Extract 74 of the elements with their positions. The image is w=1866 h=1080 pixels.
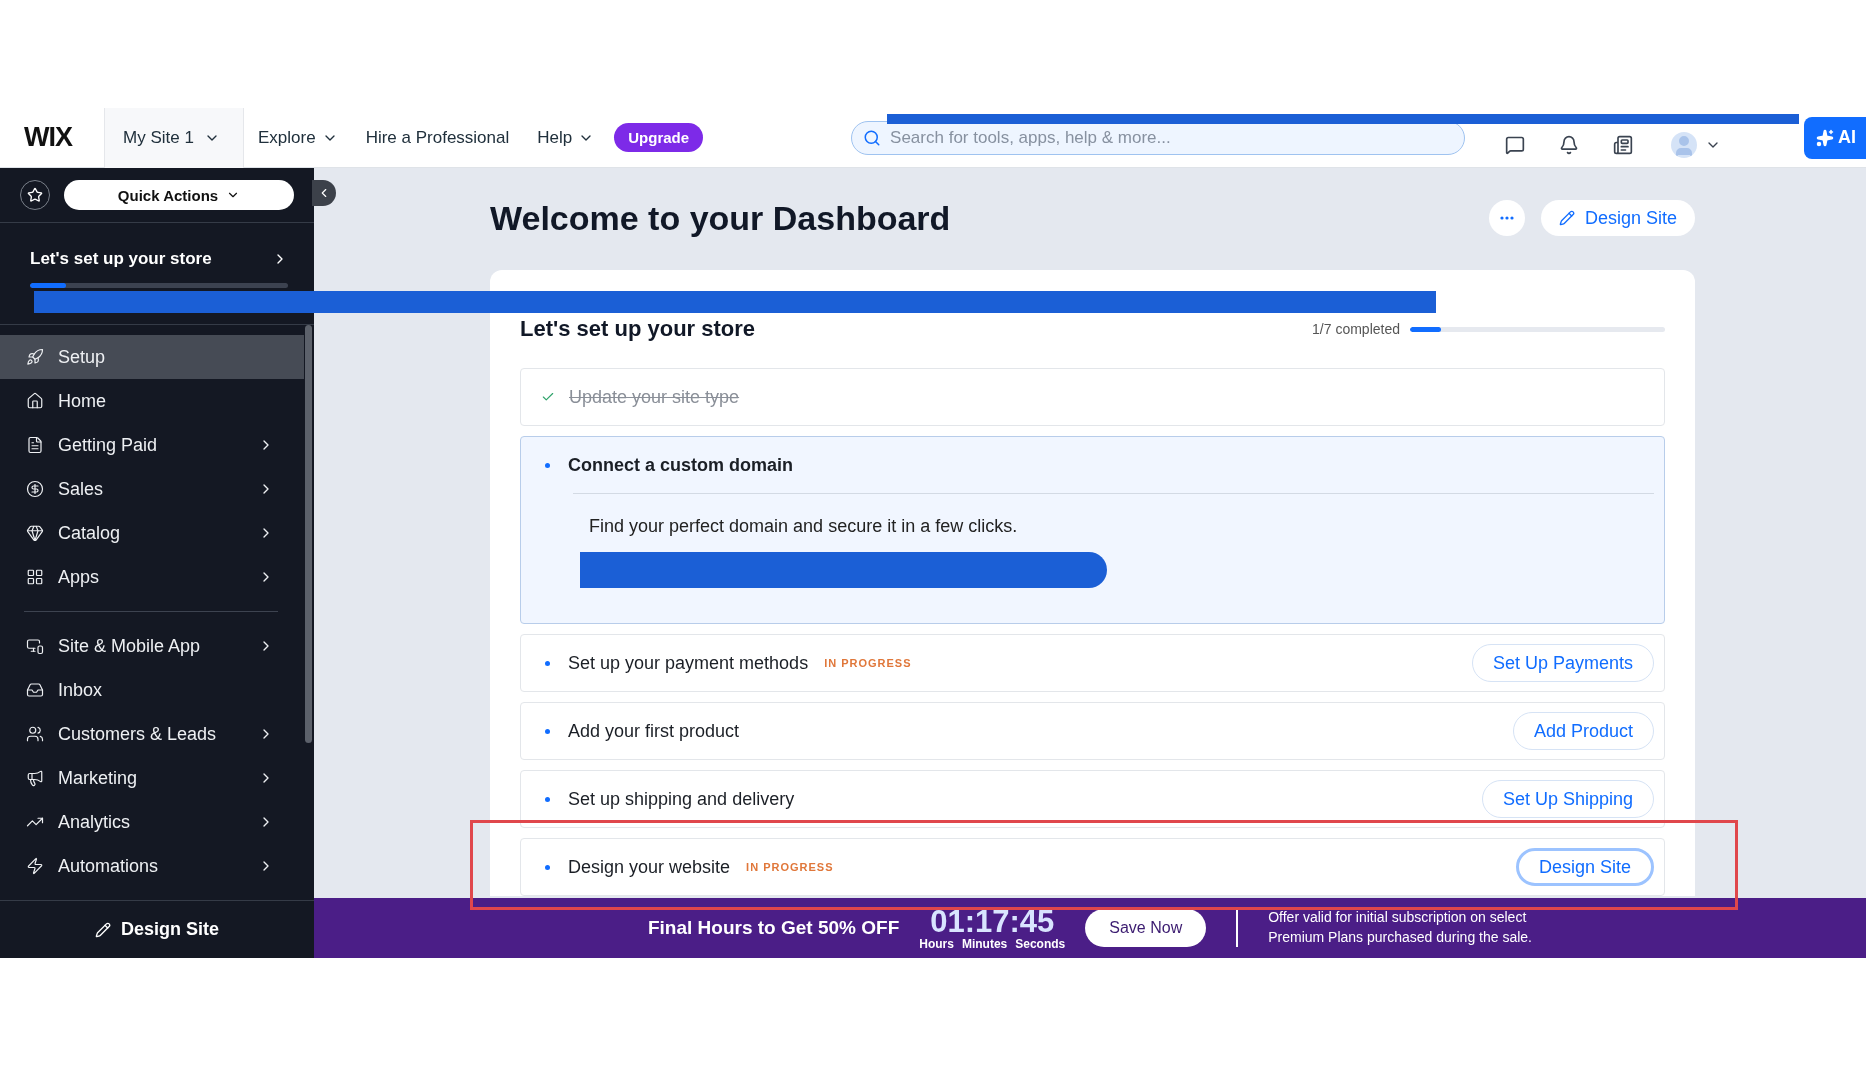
devices-icon — [26, 637, 44, 655]
dollar-icon — [26, 480, 44, 498]
sidebar-item[interactable]: Inbox — [0, 668, 304, 712]
sidebar-item[interactable]: Sales — [0, 467, 304, 511]
upgrade-button[interactable]: Upgrade — [614, 123, 704, 152]
grid-icon — [26, 568, 44, 586]
task-title: Set up shipping and delivery — [568, 788, 795, 810]
task-button[interactable]: Set Up Payments — [1471, 644, 1654, 682]
sidebar-item[interactable]: Marketing — [0, 756, 304, 800]
gem-icon — [26, 524, 44, 542]
logo[interactable]: WIX — [0, 122, 104, 153]
chat-icon[interactable] — [1505, 134, 1526, 155]
task-title: Add your first product — [568, 720, 740, 742]
people-icon — [26, 725, 44, 743]
status-label: IN PROGRESS — [746, 861, 834, 873]
sidebar-item[interactable]: Automations — [0, 844, 304, 888]
task-card[interactable]: Add your first product Add Product — [520, 702, 1665, 760]
progress-text: 1/7 completed — [1312, 321, 1400, 337]
nav-menu[interactable]: Help — [523, 127, 609, 148]
sidebar-item[interactable]: Apps — [0, 555, 304, 599]
task-card[interactable]: Set up your payment methods IN PROGRESS Set Up Payments — [520, 634, 1665, 692]
search-icon — [863, 128, 882, 147]
ai-button[interactable]: AI — [1804, 116, 1866, 159]
countdown-timer: 01:17:45 — [930, 905, 1055, 937]
lightning-icon — [26, 857, 44, 875]
timer-unit: Seconds — [1015, 936, 1066, 951]
design-site-button[interactable]: Design Site — [89, 918, 225, 941]
task-button[interactable]: Add Product — [1512, 712, 1654, 750]
inbox-icon — [26, 681, 44, 699]
quick-actions-button[interactable]: Quick Actions — [64, 180, 294, 210]
setup-link[interactable]: Let's set up your store — [30, 249, 288, 269]
task-card[interactable]: Design your website IN PROGRESS Design Site — [520, 838, 1665, 896]
sidebar-item[interactable]: Catalog — [0, 511, 304, 555]
star-icon — [27, 187, 43, 203]
collapse-button[interactable] — [312, 180, 336, 206]
design-site-button[interactable]: Design Site — [1540, 200, 1695, 236]
task-title: Design your website — [568, 856, 731, 878]
offer-note: Offer valid for initial subscription on select Premium Plans purchased during the sale. — [1268, 908, 1532, 947]
pencil-icon — [95, 921, 111, 938]
task-card[interactable]: Connect a custom domain Find your perfect domain and secure it in a few clicks. — [520, 436, 1665, 624]
house-icon — [26, 392, 44, 410]
more-icon — [1499, 216, 1514, 220]
card-title: Let's set up your store — [520, 316, 756, 342]
task-card[interactable]: Set up shipping and delivery Set Up Shipping — [520, 770, 1665, 828]
avatar-icon — [1671, 131, 1698, 158]
page-title: Welcome to your Dashboard — [490, 198, 951, 238]
sidebar-item[interactable]: Setup — [0, 335, 304, 379]
sidebar-item[interactable]: Site & Mobile App — [0, 624, 304, 668]
sparkle-icon — [1816, 128, 1834, 147]
task-title: Connect a custom domain — [568, 454, 794, 476]
timer-unit: Minutes — [961, 936, 1008, 951]
task-title: Set up your payment methods — [568, 652, 809, 674]
pencil-icon — [1558, 210, 1575, 226]
task-button[interactable]: Design Site — [1515, 848, 1654, 886]
task-button[interactable]: Set Up Shipping — [1481, 780, 1654, 818]
status-label: IN PROGRESS — [824, 657, 912, 669]
save-now-button[interactable]: Save Now — [1085, 909, 1207, 947]
sidebar-item[interactable]: Analytics — [0, 800, 304, 844]
sidebar-item[interactable]: Getting Paid — [0, 423, 304, 467]
sidebar-item[interactable]: Home — [0, 379, 304, 423]
news-icon[interactable] — [1613, 134, 1634, 155]
task-description: Find your perfect domain and secure it in a few clicks. — [589, 516, 1019, 537]
bell-icon[interactable] — [1559, 134, 1580, 155]
sidebar-item[interactable]: Customers & Leads — [0, 712, 304, 756]
megaphone-icon — [26, 769, 44, 787]
timer-unit: Hours — [919, 936, 954, 951]
nav-menu[interactable]: Hire a Professional — [351, 127, 524, 148]
document-icon — [26, 436, 44, 454]
nav-menu[interactable]: Explore — [244, 127, 352, 148]
rocket-icon — [26, 348, 44, 366]
task-title: Update your site type — [569, 386, 740, 408]
promo-headline: Final Hours to Get 50% OFF — [648, 917, 900, 939]
scrollbar[interactable] — [305, 325, 312, 743]
site-selector[interactable]: My Site 1 — [104, 107, 244, 168]
